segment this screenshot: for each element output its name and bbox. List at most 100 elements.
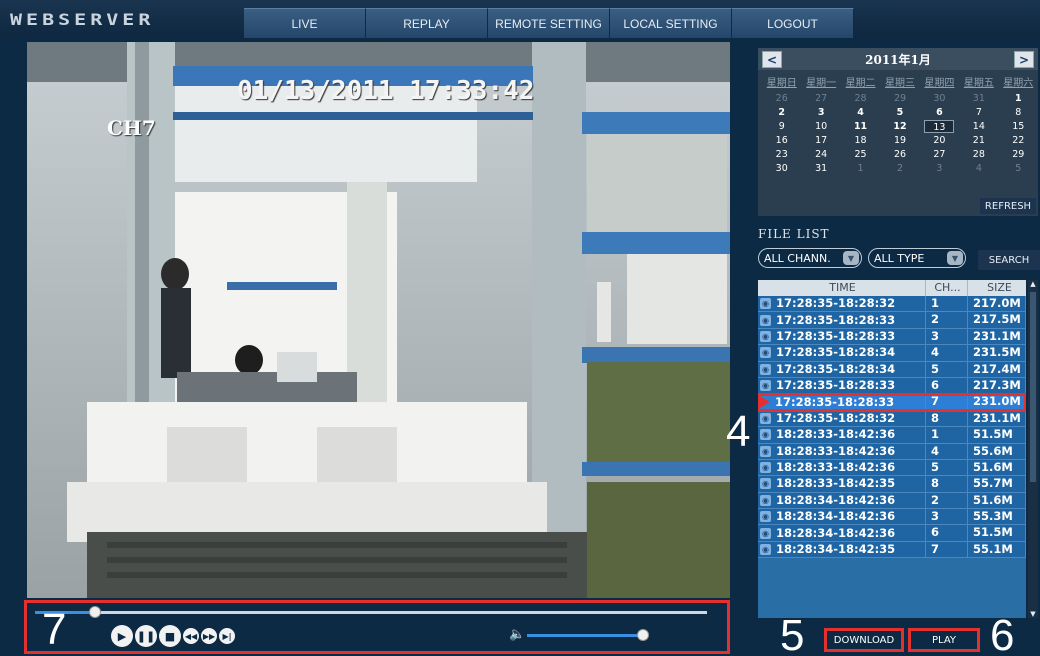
weekday-label: 星期五 (963, 78, 994, 89)
speaker-icon[interactable]: 🔈 (509, 627, 525, 642)
table-row[interactable]: ◉ 17:28:35-18:28:33 6 217.3M (758, 377, 1026, 395)
calendar-day[interactable]: 27 (801, 92, 840, 105)
calendar-day[interactable]: 4 (841, 106, 880, 119)
stop-icon[interactable]: ■ (159, 625, 181, 647)
calendar-day[interactable]: 29 (999, 148, 1038, 161)
rewind-icon[interactable]: ◀◀ (183, 628, 199, 644)
table-row[interactable]: ◉ 18:28:34-18:42:36 6 51.5M (758, 525, 1026, 542)
search-button[interactable]: SEARCH (978, 250, 1040, 270)
file-list-scrollbar[interactable]: ▲ ▼ (1028, 280, 1038, 618)
calendar-day[interactable]: 31 (801, 162, 840, 175)
table-row[interactable]: ◉ 17:28:35-18:28:34 5 217.4M (758, 361, 1026, 378)
calendar-day[interactable]: 10 (801, 120, 840, 133)
calendar-day[interactable]: 11 (841, 120, 880, 133)
calendar-day[interactable]: 16 (762, 134, 801, 147)
table-row[interactable]: ◉ 18:28:33-18:42:35 8 55.7M (758, 476, 1026, 493)
prev-month-button[interactable]: < (762, 51, 782, 68)
calendar-day[interactable]: 26 (762, 92, 801, 105)
calendar: 2011年1月 < > 星期日 星期一 星期二 星期三 星期四 星期五 星期六 26 27 28… (758, 48, 1038, 216)
calendar-day[interactable]: 21 (959, 134, 998, 147)
volume-thumb[interactable] (637, 629, 649, 641)
calendar-day[interactable]: 28 (841, 92, 880, 105)
calendar-day[interactable]: 9 (762, 120, 801, 133)
calendar-day[interactable]: 6 (920, 106, 959, 119)
tab-remote-setting[interactable]: REMOTE SETTING (488, 8, 610, 38)
calendar-day[interactable]: 8 (999, 106, 1038, 119)
refresh-button[interactable]: REFRESH (980, 198, 1036, 214)
calendar-day[interactable]: 12 (880, 120, 919, 133)
calendar-day[interactable]: 28 (959, 148, 998, 161)
record-file-icon: ◉ (760, 544, 771, 556)
calendar-day[interactable]: 29 (880, 92, 919, 105)
calendar-day[interactable]: 30 (920, 92, 959, 105)
calendar-day[interactable]: 2 (762, 106, 801, 119)
calendar-day[interactable]: 30 (762, 162, 801, 175)
row-channel: 5 (926, 459, 968, 476)
calendar-day[interactable]: 26 (880, 148, 919, 161)
table-row[interactable]: ◉ 17:28:35-18:28:32 8 231.1M (758, 410, 1026, 428)
row-channel: 1 (926, 296, 968, 312)
calendar-day[interactable]: 20 (920, 134, 959, 147)
calendar-day[interactable]: 1 (841, 162, 880, 175)
player-controls: ▶ ❚❚ ■ ◀◀ ▶▶ ▶| 🔈 (24, 600, 730, 654)
calendar-day[interactable]: 2 (880, 162, 919, 175)
calendar-day[interactable]: 27 (920, 148, 959, 161)
table-row[interactable]: ◉ 18:28:33-18:42:36 1 51.5M (758, 427, 1026, 444)
volume-slider[interactable] (527, 629, 649, 641)
table-row[interactable]: ◉ 18:28:34-18:42:35 7 55.1M (758, 541, 1026, 559)
scroll-thumb[interactable] (1030, 292, 1036, 482)
calendar-day[interactable]: 14 (959, 120, 998, 133)
row-size: 55.6M (968, 443, 1026, 459)
step-icon[interactable]: ▶| (219, 628, 235, 644)
channel-select[interactable]: ALL CHANN. ▼ (758, 248, 862, 268)
calendar-day[interactable]: 17 (801, 134, 840, 147)
calendar-day[interactable]: 24 (801, 148, 840, 161)
table-row[interactable]: ◉ 17:28:35-18:28:34 4 231.5M (758, 345, 1026, 362)
play-icon[interactable]: ▶ (111, 625, 133, 647)
calendar-day[interactable]: 13 (924, 120, 955, 133)
row-size: 217.5M (968, 312, 1026, 328)
row-channel: 7 (926, 541, 968, 558)
table-row[interactable]: ◉ 18:28:34-18:42:36 2 51.6M (758, 492, 1026, 510)
table-row[interactable]: ◉ 17:28:35-18:28:32 1 217.0M (758, 296, 1026, 313)
scroll-down-icon[interactable]: ▼ (1028, 610, 1038, 618)
next-month-button[interactable]: > (1014, 51, 1034, 68)
table-row[interactable]: ◉ 18:28:33-18:42:36 4 55.6M (758, 443, 1026, 460)
table-row[interactable]: ◉ 17:28:35-18:28:33 2 217.5M (758, 312, 1026, 329)
calendar-day[interactable]: 25 (841, 148, 880, 161)
calendar-day[interactable]: 19 (880, 134, 919, 147)
download-button[interactable]: DOWNLOAD (824, 628, 904, 652)
column-time[interactable]: TIME (758, 280, 926, 296)
calendar-day[interactable]: 4 (959, 162, 998, 175)
calendar-day[interactable]: 3 (920, 162, 959, 175)
calendar-day[interactable]: 1 (999, 92, 1038, 105)
progress-bar[interactable] (35, 606, 707, 618)
fast-forward-icon[interactable]: ▶▶ (201, 628, 217, 644)
table-row[interactable]: ◉ 18:28:33-18:42:36 5 51.6M (758, 459, 1026, 477)
calendar-day[interactable]: 15 (999, 120, 1038, 133)
calendar-day[interactable]: 22 (999, 134, 1038, 147)
column-channel[interactable]: CH... (926, 280, 968, 296)
table-row[interactable]: ◉ 18:28:34-18:42:36 3 55.3M (758, 509, 1026, 526)
table-row[interactable]: ◉ 17:28:35-18:28:33 3 231.1M (758, 328, 1026, 346)
type-select[interactable]: ALL TYPE ▼ (868, 248, 966, 268)
tab-logout[interactable]: LOGOUT (732, 8, 854, 38)
column-size[interactable]: SIZE (968, 280, 1026, 296)
table-row[interactable]: 17:28:35-18:28:33 7 231.0M (758, 393, 1026, 412)
video-feed[interactable]: 01/13/2011 17:33:42 CH7 (27, 42, 730, 598)
tab-local-setting[interactable]: LOCAL SETTING (610, 8, 732, 38)
progress-thumb[interactable] (89, 606, 101, 618)
tab-replay[interactable]: REPLAY (366, 8, 488, 38)
calendar-day[interactable]: 23 (762, 148, 801, 161)
calendar-day[interactable]: 31 (959, 92, 998, 105)
pause-icon[interactable]: ❚❚ (135, 625, 157, 647)
tab-live[interactable]: LIVE (244, 8, 366, 38)
calendar-day[interactable]: 5 (999, 162, 1038, 175)
calendar-day[interactable]: 7 (959, 106, 998, 119)
calendar-day[interactable]: 18 (841, 134, 880, 147)
calendar-day[interactable]: 5 (880, 106, 919, 119)
calendar-day[interactable]: 3 (801, 106, 840, 119)
play-button[interactable]: PLAY (908, 628, 980, 652)
scroll-up-icon[interactable]: ▲ (1028, 280, 1038, 288)
video-channel-label: CH7 (107, 116, 156, 140)
